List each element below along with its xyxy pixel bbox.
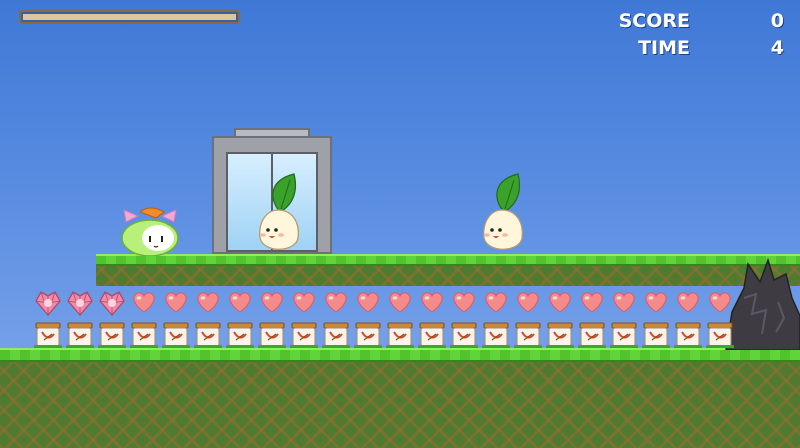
jam-jar-icon[interactable] xyxy=(130,322,158,348)
time-label: TIME xyxy=(638,37,690,59)
heart-icon[interactable] xyxy=(227,290,253,314)
jam-jar-icon[interactable] xyxy=(66,322,94,348)
heart-icon[interactable] xyxy=(707,290,733,314)
ground-grass xyxy=(0,348,800,362)
jam-jar-icon[interactable] xyxy=(354,322,382,348)
heart-icon[interactable] xyxy=(451,290,477,314)
jam-jar-icon[interactable] xyxy=(258,322,286,348)
heart-icon[interactable] xyxy=(355,290,381,314)
jam-jar-icon[interactable] xyxy=(386,322,414,348)
jam-jar-icon[interactable] xyxy=(226,322,254,348)
upper-platform-grass xyxy=(96,254,800,266)
jam-jar-icon[interactable] xyxy=(162,322,190,348)
jam-jar-icon[interactable] xyxy=(514,322,542,348)
heart-icon[interactable] xyxy=(675,290,701,314)
leaf-radish-icon[interactable] xyxy=(478,172,530,256)
jam-jar-icon[interactable] xyxy=(610,322,638,348)
health-bar-fill xyxy=(23,14,236,20)
heart-icon[interactable] xyxy=(547,290,573,314)
jam-jar-icon[interactable] xyxy=(578,322,606,348)
heart-icon[interactable] xyxy=(579,290,605,314)
leaf-radish-icon[interactable] xyxy=(254,172,306,256)
jam-jar-icon[interactable] xyxy=(290,322,318,348)
jam-jar-icon[interactable] xyxy=(706,322,734,348)
heart-icon[interactable] xyxy=(643,290,669,314)
jam-jar-icon[interactable] xyxy=(34,322,62,348)
health-bar xyxy=(19,10,240,24)
heart-icon[interactable] xyxy=(611,290,637,314)
heart-icon[interactable] xyxy=(131,290,157,314)
pink-crystal-heart-icon[interactable] xyxy=(66,289,94,317)
heart-icon[interactable] xyxy=(419,290,445,314)
heart-icon[interactable] xyxy=(259,290,285,314)
upper-platform-dirt xyxy=(96,266,800,286)
pink-crystal-heart-icon[interactable] xyxy=(98,289,126,317)
score-value: 0 xyxy=(770,10,784,32)
jam-jar-icon[interactable] xyxy=(642,322,670,348)
heart-icon[interactable] xyxy=(163,290,189,314)
jam-jar-icon[interactable] xyxy=(450,322,478,348)
jam-jar-icon[interactable] xyxy=(546,322,574,348)
time-value: 4 xyxy=(770,37,784,59)
heart-icon[interactable] xyxy=(483,290,509,314)
pink-crystal-heart-icon[interactable] xyxy=(34,289,62,317)
heart-icon[interactable] xyxy=(387,290,413,314)
heart-icon[interactable] xyxy=(323,290,349,314)
jam-jar-icon[interactable] xyxy=(418,322,446,348)
heart-icon[interactable] xyxy=(515,290,541,314)
heart-icon[interactable] xyxy=(195,290,221,314)
heart-icon[interactable] xyxy=(291,290,317,314)
game-screen: SCORE 0 TIME 4 xyxy=(0,0,800,448)
jam-jar-icon[interactable] xyxy=(482,322,510,348)
ground-dirt xyxy=(0,362,800,448)
score-label: SCORE xyxy=(618,10,690,32)
jam-jar-icon[interactable] xyxy=(322,322,350,348)
jam-jar-icon[interactable] xyxy=(98,322,126,348)
jam-jar-icon[interactable] xyxy=(674,322,702,348)
jam-jar-icon[interactable] xyxy=(194,322,222,348)
green-blob-cat-icon[interactable] xyxy=(120,206,180,256)
